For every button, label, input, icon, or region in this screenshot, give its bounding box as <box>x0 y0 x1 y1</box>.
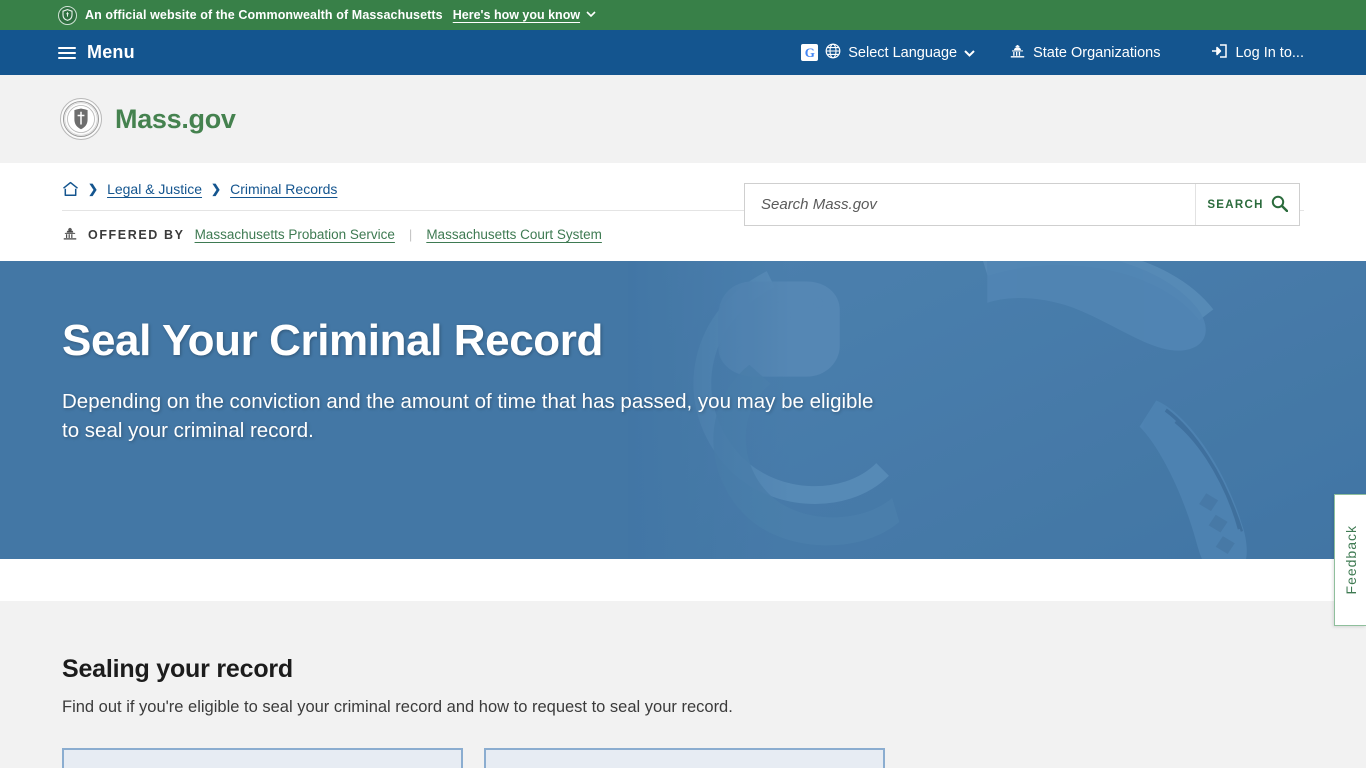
menu-button[interactable]: Menu <box>58 42 135 63</box>
mass-gov-logo[interactable]: Mass.gov <box>60 98 236 140</box>
globe-icon <box>825 43 841 63</box>
search-button-label: SEARCH <box>1207 198 1264 211</box>
google-g-icon: G <box>801 44 819 61</box>
magnifier-icon <box>1271 195 1288 215</box>
offered-by-org-court-system[interactable]: Massachusetts Court System <box>426 227 602 242</box>
breadcrumb-separator: ❯ <box>211 182 222 196</box>
massachusetts-state-seal-icon <box>60 98 102 140</box>
chevron-down-icon <box>964 45 975 61</box>
primary-navigation-bar: Menu G Select Language State Organizatio… <box>0 30 1366 75</box>
section-title: Sealing your record <box>62 655 293 683</box>
state-organizations-button[interactable]: State Organizations <box>1009 43 1160 62</box>
hero-banner: Seal Your Criminal Record Depending on t… <box>0 261 1366 559</box>
official-banner-text: An official website of the Commonwealth … <box>85 8 443 22</box>
offered-by-divider: | <box>408 227 413 242</box>
breadcrumb-separator: ❯ <box>88 182 99 196</box>
heres-how-you-know-label: Here's how you know <box>452 8 581 22</box>
feedback-tab-label: Feedback <box>1342 525 1359 595</box>
section-card-2[interactable] <box>484 748 885 768</box>
page-title: Seal Your Criminal Record <box>62 316 603 365</box>
log-in-button[interactable]: Log In to... <box>1210 43 1304 63</box>
login-arrow-icon <box>1210 43 1228 63</box>
search-input[interactable] <box>745 184 1195 225</box>
offered-by-row: OFFERED BY Massachusetts Probation Servi… <box>62 226 1304 261</box>
section-card-list <box>62 748 1304 768</box>
feedback-tab[interactable]: Feedback <box>1334 494 1366 626</box>
breadcrumb-item-legal-justice[interactable]: Legal & Justice <box>107 181 202 197</box>
hamburger-icon <box>58 46 76 59</box>
navigation-right-group: G Select Language State Organizations Lo… <box>801 30 1366 75</box>
capitol-building-icon <box>62 226 78 243</box>
section-description: Find out if you're eligible to seal your… <box>62 698 733 716</box>
offered-by-org-probation-service[interactable]: Massachusetts Probation Service <box>195 227 395 242</box>
hero-spacer <box>0 559 1366 601</box>
log-in-label: Log In to... <box>1235 44 1304 61</box>
offered-by-label: OFFERED BY <box>88 227 185 242</box>
select-language-button[interactable]: G Select Language <box>801 43 975 63</box>
heres-how-you-know-link[interactable]: Here's how you know <box>453 8 596 22</box>
select-language-label: Select Language <box>848 44 958 61</box>
search-button[interactable]: SEARCH <box>1195 184 1299 225</box>
capitol-building-icon <box>1009 43 1026 62</box>
shield-seal-icon <box>58 5 77 25</box>
breadcrumb-item-criminal-records[interactable]: Criminal Records <box>230 181 337 197</box>
section-card-1[interactable] <box>62 748 463 768</box>
state-organizations-label: State Organizations <box>1033 44 1161 61</box>
site-header: Mass.gov SEARCH <box>0 75 1366 226</box>
official-website-banner: An official website of the Commonwealth … <box>0 0 1366 30</box>
mass-gov-logo-text: Mass.gov <box>115 103 236 134</box>
sealing-your-record-section: Sealing your record Find out if you're e… <box>0 601 1366 768</box>
hero-content: Seal Your Criminal Record Depending on t… <box>0 261 880 446</box>
hero-subtitle: Depending on the conviction and the amou… <box>62 389 874 443</box>
site-search: SEARCH <box>744 183 1300 226</box>
chevron-down-icon <box>586 10 596 20</box>
menu-button-label: Menu <box>87 42 135 62</box>
home-icon[interactable] <box>62 181 79 197</box>
